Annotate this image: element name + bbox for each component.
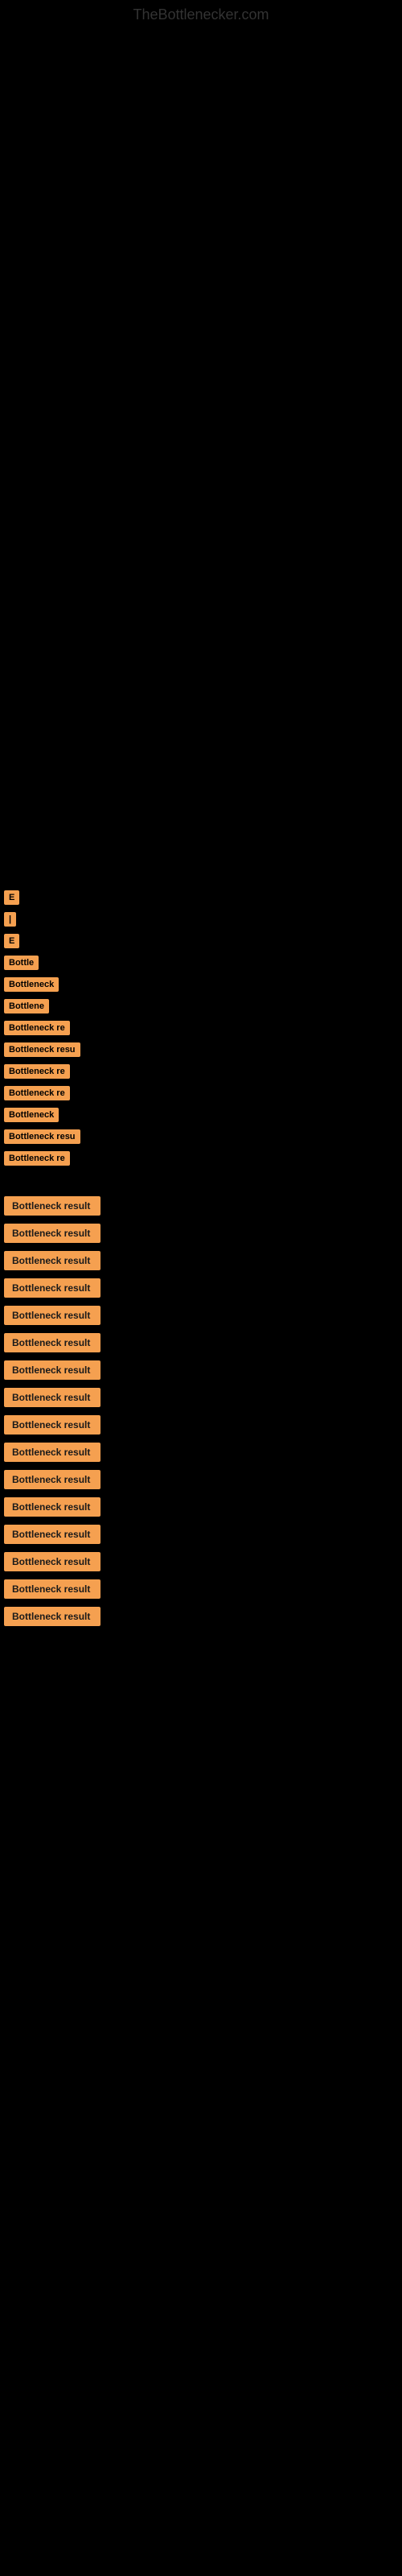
result-row: Bottleneck result <box>0 1607 402 1626</box>
label-bottleneck-2: Bottleneck <box>4 1108 59 1122</box>
label-bottleneck-re-3: Bottleneck re <box>4 1086 70 1100</box>
bottleneck-result-label: Bottleneck result <box>4 1224 100 1243</box>
label-row-3: E <box>0 933 402 948</box>
result-row: Bottleneck result <box>0 1251 402 1270</box>
label-row-6: Bottlene <box>0 998 402 1013</box>
labels-section: E | E Bottle Bottleneck Bottlene Bottlen… <box>0 875 402 1180</box>
bottleneck-result-label: Bottleneck result <box>4 1415 100 1435</box>
result-row: Bottleneck result <box>0 1579 402 1599</box>
label-row-5: Bottleneck <box>0 976 402 992</box>
bottleneck-result-label: Bottleneck result <box>4 1579 100 1599</box>
label-row-1: E <box>0 890 402 905</box>
label-row-7: Bottleneck re <box>0 1020 402 1035</box>
bottleneck-result-label: Bottleneck result <box>4 1360 100 1380</box>
result-row: Bottleneck result <box>0 1224 402 1243</box>
bottleneck-result-label: Bottleneck result <box>4 1552 100 1571</box>
bottleneck-result-label: Bottleneck result <box>4 1333 100 1352</box>
label-bottleneck-re-4: Bottleneck re <box>4 1151 70 1166</box>
bottleneck-result-label: Bottleneck result <box>4 1388 100 1407</box>
bottleneck-result-label: Bottleneck result <box>4 1525 100 1544</box>
bottleneck-result-label: Bottleneck result <box>4 1306 100 1325</box>
result-row: Bottleneck result <box>0 1196 402 1216</box>
label-pipe: | <box>4 912 16 927</box>
result-row: Bottleneck result <box>0 1278 402 1298</box>
label-row-10: Bottleneck re <box>0 1085 402 1100</box>
bottleneck-result-label: Bottleneck result <box>4 1443 100 1462</box>
result-row: Bottleneck result <box>0 1497 402 1517</box>
result-row: Bottleneck result <box>0 1360 402 1380</box>
results-section: Bottleneck result Bottleneck result Bottle… <box>0 1180 402 1642</box>
result-row: Bottleneck result <box>0 1443 402 1462</box>
result-row: Bottleneck result <box>0 1470 402 1489</box>
label-bottleneck-1: Bottleneck <box>4 977 59 992</box>
label-e-1: E <box>4 890 19 905</box>
label-row-4: Bottle <box>0 955 402 970</box>
result-row: Bottleneck result <box>0 1388 402 1407</box>
chart-area <box>0 30 402 875</box>
label-row-8: Bottleneck resu <box>0 1042 402 1057</box>
bottleneck-result-label: Bottleneck result <box>4 1251 100 1270</box>
result-row: Bottleneck result <box>0 1525 402 1544</box>
result-row: Bottleneck result <box>0 1415 402 1435</box>
label-row-2: | <box>0 911 402 927</box>
bottleneck-result-label: Bottleneck result <box>4 1196 100 1216</box>
site-title: TheBottlenecker.com <box>0 0 402 30</box>
bottleneck-result-label: Bottleneck result <box>4 1497 100 1517</box>
label-bottleneck-re-2: Bottleneck re <box>4 1064 70 1079</box>
label-row-11: Bottleneck <box>0 1107 402 1122</box>
label-bottleneck-re-1: Bottleneck re <box>4 1021 70 1035</box>
label-row-13: Bottleneck re <box>0 1150 402 1166</box>
result-row: Bottleneck result <box>0 1306 402 1325</box>
bottleneck-result-label: Bottleneck result <box>4 1278 100 1298</box>
result-row: Bottleneck result <box>0 1552 402 1571</box>
label-bottlene: Bottlene <box>4 999 49 1013</box>
site-title-text: TheBottlenecker.com <box>133 6 269 23</box>
label-e-2: E <box>4 934 19 948</box>
label-bottle: Bottle <box>4 956 39 970</box>
label-row-12: Bottleneck resu <box>0 1129 402 1144</box>
label-bottleneck-resu: Bottleneck resu <box>4 1042 80 1057</box>
label-row-9: Bottleneck re <box>0 1063 402 1079</box>
bottleneck-result-label: Bottleneck result <box>4 1470 100 1489</box>
label-bottleneck-resu-2: Bottleneck resu <box>4 1129 80 1144</box>
bottleneck-result-label: Bottleneck result <box>4 1607 100 1626</box>
result-row: Bottleneck result <box>0 1333 402 1352</box>
